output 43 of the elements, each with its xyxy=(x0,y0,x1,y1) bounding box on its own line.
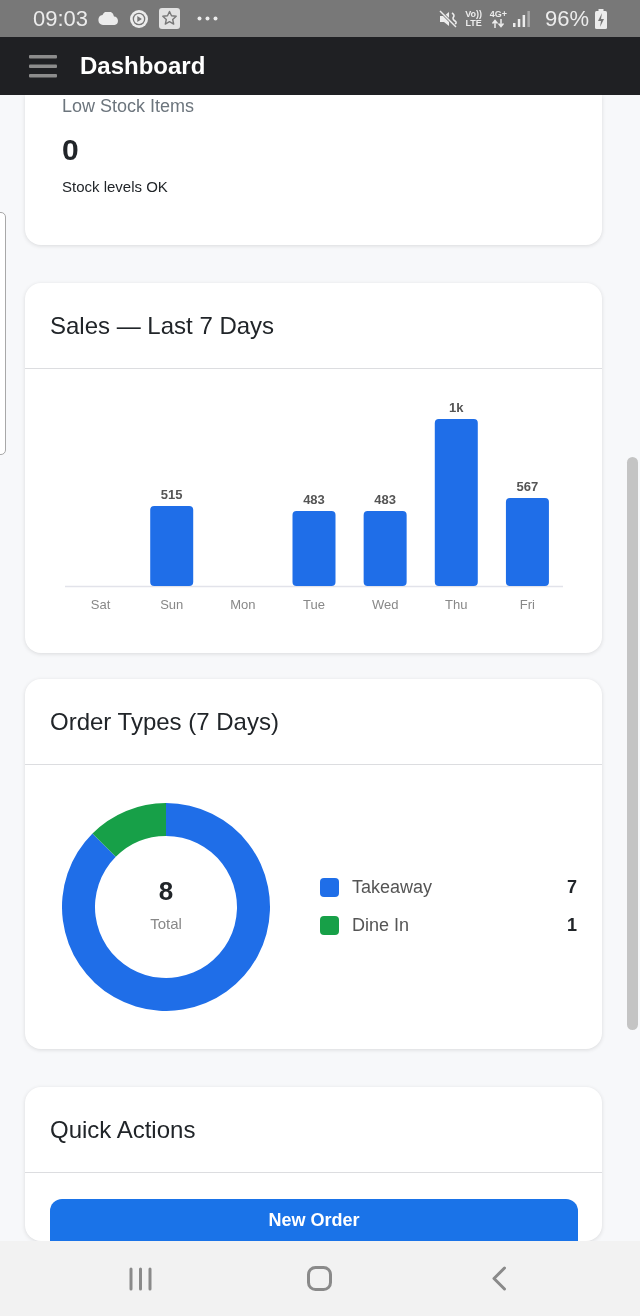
stat-note: Stock levels OK xyxy=(62,177,169,197)
back-button[interactable] xyxy=(491,1266,507,1291)
star-badge-icon xyxy=(159,8,181,29)
home-button[interactable] xyxy=(307,1266,332,1291)
day-label: Sun xyxy=(160,597,184,612)
day-label: Tue xyxy=(303,597,325,612)
recents-button[interactable] xyxy=(129,1266,152,1291)
stat-value: 0 xyxy=(62,132,80,168)
card-title: Quick Actions xyxy=(50,1117,196,1142)
network-type: 4G+ xyxy=(489,9,507,19)
new-order-button[interactable]: New Order xyxy=(50,1199,578,1241)
mute-icon xyxy=(438,9,458,28)
volte-indicator: Vo)) LTE xyxy=(464,9,484,28)
day-label: Mon xyxy=(230,597,256,612)
bar-value-label: 515 xyxy=(160,487,183,502)
legend-label: Takeaway xyxy=(352,876,433,899)
battery-percent: 96% xyxy=(544,7,589,30)
card-title: Order Types (7 Days) xyxy=(50,709,279,734)
page-title: Dashboard xyxy=(80,54,206,78)
bar-value-label: 1k xyxy=(449,400,464,415)
day-label: Sat xyxy=(90,597,111,612)
stat-label: Low Stock Items xyxy=(62,95,196,117)
day-label: Wed xyxy=(371,597,399,612)
total-label: Total xyxy=(150,916,182,931)
bar-value-label: 483 xyxy=(303,491,325,507)
more-dots-icon xyxy=(197,16,219,21)
menu-icon[interactable] xyxy=(29,54,57,78)
total-value: 8 xyxy=(158,878,174,904)
data-arrows-icon xyxy=(491,18,506,28)
scrollbar-thumb[interactable] xyxy=(627,457,638,1030)
day-label: Thu xyxy=(445,597,468,612)
day-label: Fri xyxy=(519,597,535,612)
cloud-icon xyxy=(98,12,120,25)
legend-count: 1 xyxy=(567,914,577,937)
battery-charging-icon xyxy=(595,8,607,29)
play-circle-icon xyxy=(129,8,150,29)
legend-count: 7 xyxy=(567,876,577,899)
signal-icon xyxy=(512,10,530,27)
card-title: Sales — Last 7 Days xyxy=(50,313,275,338)
status-time: 09:03 xyxy=(33,7,89,30)
legend-label: Dine In xyxy=(352,914,410,937)
bar-value-label: 483 xyxy=(374,491,396,507)
bar-value-label: 567 xyxy=(516,478,539,494)
